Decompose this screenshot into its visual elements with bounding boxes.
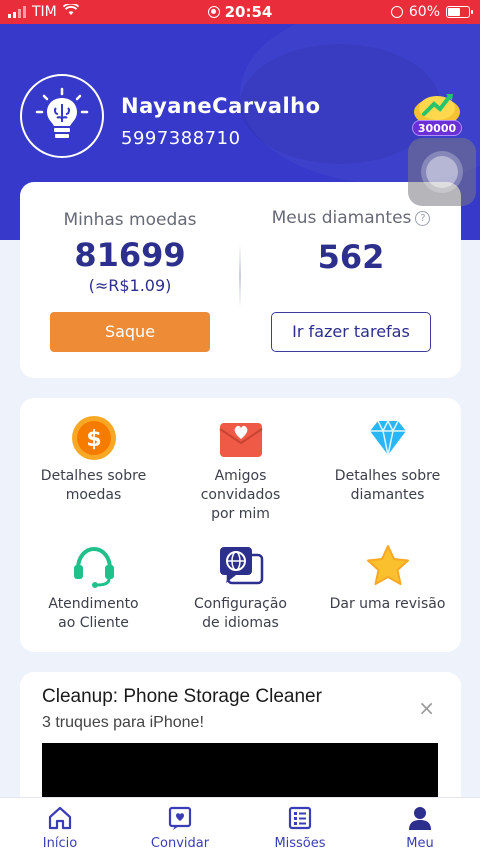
menu-item-label: Detalhes sobre diamantes: [334, 468, 441, 503]
battery-percent: 60%: [408, 4, 440, 20]
svg-text:$: $: [86, 427, 101, 452]
menu-item-label: Configuração de idiomas: [194, 596, 287, 631]
diamonds-label: Meus diamantes: [271, 208, 412, 228]
menu-item-label: Atendimento ao Cliente: [48, 596, 139, 631]
ad-subtitle: 3 truques para iPhone!: [42, 714, 204, 731]
menu-item-customer-service[interactable]: Atendimento ao Cliente: [20, 543, 167, 633]
balance-card: Minhas moedas 81699 (≈R$1.09) Meus diama…: [20, 182, 461, 378]
tab-label: Meu: [406, 836, 434, 851]
tab-profile[interactable]: Meu: [375, 804, 465, 851]
ad-video[interactable]: [42, 743, 438, 803]
coins-label: Minhas moedas: [63, 210, 197, 230]
clock: 20:54: [224, 3, 273, 21]
withdraw-button[interactable]: Saque: [50, 312, 210, 352]
missions-icon: [255, 804, 345, 832]
menu-item-label: Amigos convidados por mim: [200, 468, 281, 522]
headset-icon: [71, 543, 117, 589]
coins-value: 81699: [74, 236, 186, 274]
coin-icon: $: [71, 415, 117, 461]
do-tasks-button[interactable]: Ir fazer tarefas: [271, 312, 431, 352]
ad-close-icon[interactable]: ×: [418, 696, 435, 720]
menu-item-invited-friends[interactable]: Amigos convidados por mim: [167, 415, 314, 524]
menu-grid: $ Detalhes sobre moedas Amigos convidado…: [20, 398, 461, 652]
status-right: 60%: [390, 4, 473, 20]
username: NayaneCarvalho: [121, 94, 321, 118]
assistive-touch-button[interactable]: [408, 138, 476, 206]
star-icon: [365, 543, 411, 589]
diamonds-value: 562: [317, 238, 385, 276]
invite-envelope-icon: [218, 415, 264, 461]
menu-item-label: Detalhes sobre moedas: [40, 468, 147, 503]
reward-chest-icon: [414, 94, 460, 124]
recording-icon: [207, 6, 220, 18]
language-globe-icon: [218, 543, 264, 589]
diamond-icon: [365, 415, 411, 461]
profile-icon: [375, 804, 465, 832]
coins-equivalent: (≈R$1.09): [88, 276, 172, 295]
ad-title[interactable]: Cleanup: Phone Storage Cleaner: [42, 686, 322, 708]
battery-icon: [446, 6, 473, 18]
menu-item-coin-details[interactable]: $ Detalhes sobre moedas: [20, 415, 167, 505]
invite-icon: [135, 804, 225, 832]
reward-badge: 30000: [412, 120, 462, 136]
ad-banner[interactable]: Cleanup: Phone Storage Cleaner 3 truques…: [20, 672, 461, 812]
tab-home[interactable]: Início: [15, 804, 105, 851]
status-bar: TIM 20:54 60%: [0, 0, 480, 24]
tab-label: Início: [42, 836, 78, 851]
home-icon: [15, 804, 105, 832]
menu-item-label: Dar uma revisão: [329, 596, 446, 612]
tab-invite[interactable]: Convidar: [135, 804, 225, 851]
diamonds-label-row: Meus diamantes?: [241, 208, 461, 228]
user-id: 5997388710: [121, 128, 241, 149]
tab-missions[interactable]: Missões: [255, 804, 345, 851]
bottom-tab-bar: Início Convidar Missões Meu: [0, 797, 480, 854]
menu-item-diamond-details[interactable]: Detalhes sobre diamantes: [314, 415, 461, 505]
tab-label: Missões: [274, 836, 326, 851]
menu-item-language-settings[interactable]: Configuração de idiomas: [167, 543, 314, 633]
avatar[interactable]: [20, 74, 104, 158]
reward-button[interactable]: 30000: [412, 88, 462, 136]
tab-label: Convidar: [150, 836, 210, 851]
help-icon[interactable]: ?: [415, 211, 431, 226]
menu-item-give-review[interactable]: Dar uma revisão: [314, 543, 461, 614]
brain-bulb-icon: [35, 87, 89, 138]
coins-section: Minhas moedas 81699 (≈R$1.09): [20, 182, 240, 295]
orientation-lock-icon: [390, 6, 403, 18]
